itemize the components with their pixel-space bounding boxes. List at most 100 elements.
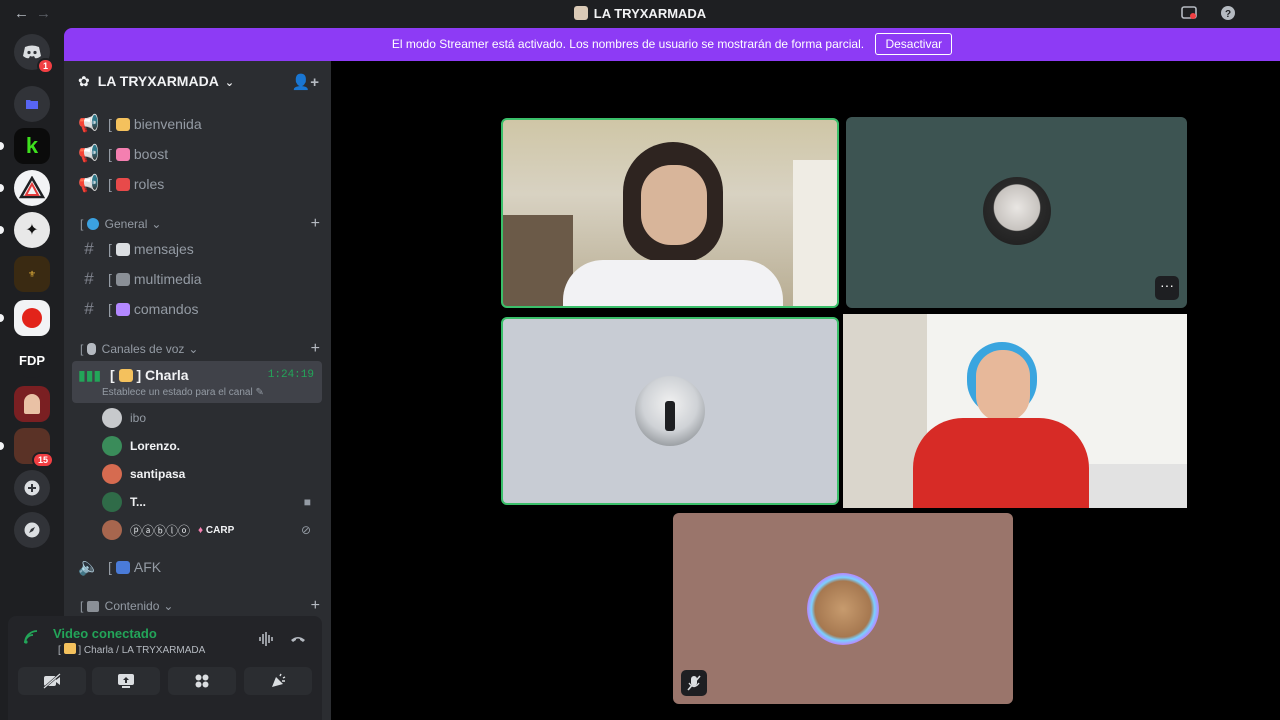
voice-connection-panel: Video conectado [ ] Charla / LA TRYXARMA… [8, 616, 322, 720]
channel-comandos[interactable]: # [ comandos [72, 295, 322, 323]
server-header[interactable]: ✿ LA TRYXARMADA ⌄ 👤+ [64, 61, 331, 103]
voice-user[interactable]: ⓟⓐⓑⓛⓞ ♦ CARP ⊘ [102, 517, 317, 543]
discover-icon[interactable] [14, 512, 50, 548]
voice-user[interactable]: ibo [102, 405, 317, 431]
more-options-icon[interactable]: ··· [1155, 276, 1179, 300]
sleep-emoji-icon [115, 560, 130, 574]
camera-emoji-icon [115, 272, 130, 286]
chevron-down-icon: ⌄ [151, 217, 162, 231]
video-tile-webcam-2[interactable] [843, 314, 1187, 508]
channel-label: AFK [133, 559, 162, 575]
avatar [102, 408, 122, 428]
video-stage: ··· [331, 61, 1280, 720]
channel-multimedia[interactable]: # [ multimedia [72, 265, 322, 293]
video-tile-avatar-speaking[interactable] [501, 317, 839, 505]
folder-icon[interactable] [14, 86, 50, 122]
flame-icon: ♦ [198, 524, 204, 536]
video-tile-muted[interactable] [673, 513, 1013, 704]
discord-home-icon[interactable]: 1 [14, 34, 54, 74]
channel-mensajes[interactable]: # [ mensajes [72, 235, 322, 263]
voice-activity-icon: ▮▮▮ [78, 367, 102, 383]
channel-label: mensajes [133, 241, 194, 257]
disable-streamer-button[interactable]: Desactivar [875, 33, 953, 55]
channel-afk[interactable]: 🔈 [ AFK [72, 553, 322, 581]
screen-share-icon [118, 674, 134, 688]
person-emoji-icon [118, 369, 133, 382]
add-channel-icon[interactable]: + [311, 597, 320, 615]
mic-emoji-icon [86, 343, 96, 355]
add-channel-icon[interactable]: + [311, 215, 320, 233]
avatar [983, 177, 1051, 245]
svg-text:?: ? [1225, 9, 1231, 20]
activities-icon [195, 674, 209, 688]
video-tile-webcam[interactable] [501, 118, 839, 308]
video-camera-icon: ■ [303, 495, 311, 509]
add-channel-icon[interactable]: + [311, 340, 320, 358]
pin-emoji-icon [115, 177, 130, 191]
server-mario-icon[interactable] [0, 300, 50, 336]
connection-status[interactable]: Video conectado [53, 626, 157, 641]
globe-emoji-icon [86, 218, 99, 230]
channel-label: bienvenida [133, 116, 202, 132]
channel-boost[interactable]: 📢 [ boost [72, 140, 322, 168]
noise-suppression-icon[interactable] [258, 630, 276, 648]
avatar [807, 573, 879, 645]
disconnect-icon[interactable] [289, 630, 307, 648]
camera-off-button[interactable] [18, 667, 86, 695]
server-notification-badge: 15 [31, 452, 54, 468]
window-title: LA TRYXARMADA [0, 6, 1280, 21]
voice-user[interactable]: Lorenzo. [102, 433, 317, 459]
connection-location: [ ] Charla / LA TRYXARMADA [58, 643, 206, 656]
invite-people-icon[interactable]: 👤+ [292, 73, 319, 91]
channel-label: comandos [133, 301, 199, 317]
channel-label: roles [133, 176, 165, 192]
face-shape [976, 350, 1030, 422]
channel-bienvenida[interactable]: 📢 [ bienvenida [72, 110, 322, 138]
avatar [102, 520, 122, 540]
flower-emoji-icon [115, 147, 130, 161]
banner-text: El modo Streamer está activado. Los nomb… [391, 37, 865, 51]
figure-shape [665, 401, 675, 431]
channel-label: multimedia [133, 271, 202, 287]
screen-share-button[interactable] [92, 667, 160, 695]
bed-background [1083, 464, 1187, 508]
signal-icon [24, 630, 38, 644]
voice-channel-label: Charla [145, 367, 189, 383]
soundboard-button[interactable] [244, 667, 312, 695]
server-character-icon[interactable]: ✦ [0, 212, 50, 248]
server-fdp-icon[interactable]: FDP [14, 342, 50, 378]
channel-status-prompt[interactable]: Establece un estado para el canal ✎ [102, 387, 264, 398]
server-k-icon[interactable]: k [0, 128, 50, 164]
door-background [793, 160, 837, 306]
speech-emoji-icon [115, 242, 130, 256]
chevron-down-icon: ⌄ [224, 77, 235, 89]
robot-emoji-icon [115, 302, 130, 316]
call-timer: 1:24:19 [267, 369, 314, 381]
shirt-shape [563, 260, 783, 306]
category-general[interactable]: [ General ⌄ + [80, 215, 320, 233]
wave-emoji-icon [115, 117, 130, 131]
server-gold-icon[interactable]: ⚜ [14, 256, 50, 292]
add-server-icon[interactable] [14, 470, 50, 506]
inbox-icon[interactable] [1181, 5, 1197, 21]
activities-button[interactable] [168, 667, 236, 695]
category-voice[interactable]: [ Canales de voz ⌄ + [80, 340, 320, 358]
help-icon[interactable]: ? [1220, 5, 1236, 21]
voice-channel-charla[interactable]: ▮▮▮ [ ] Charla 1:24:19 Establece un esta… [72, 361, 322, 403]
category-contenido[interactable]: [ Contenido ⌄ + [80, 597, 320, 615]
video-tile-avatar[interactable]: ··· [846, 117, 1187, 308]
channel-roles[interactable]: 📢 [ roles [72, 170, 322, 198]
server-triangle-icon[interactable] [0, 170, 50, 206]
server-group-icon[interactable]: 15 [0, 428, 54, 468]
voice-user[interactable]: santipasa [102, 461, 317, 487]
channel-label: boost [133, 146, 169, 162]
megaphone-icon: 📢 [78, 144, 100, 163]
voice-user[interactable]: T... ■ [102, 489, 317, 515]
settings-gear-icon: ✿ [78, 73, 90, 89]
chevron-down-icon: ⌄ [163, 599, 174, 613]
pencil-icon: ✎ [255, 387, 264, 398]
server-red-icon[interactable] [14, 386, 50, 422]
text-channel-icon: # [84, 239, 94, 258]
home-notification-badge: 1 [36, 58, 54, 74]
avatar [102, 492, 122, 512]
